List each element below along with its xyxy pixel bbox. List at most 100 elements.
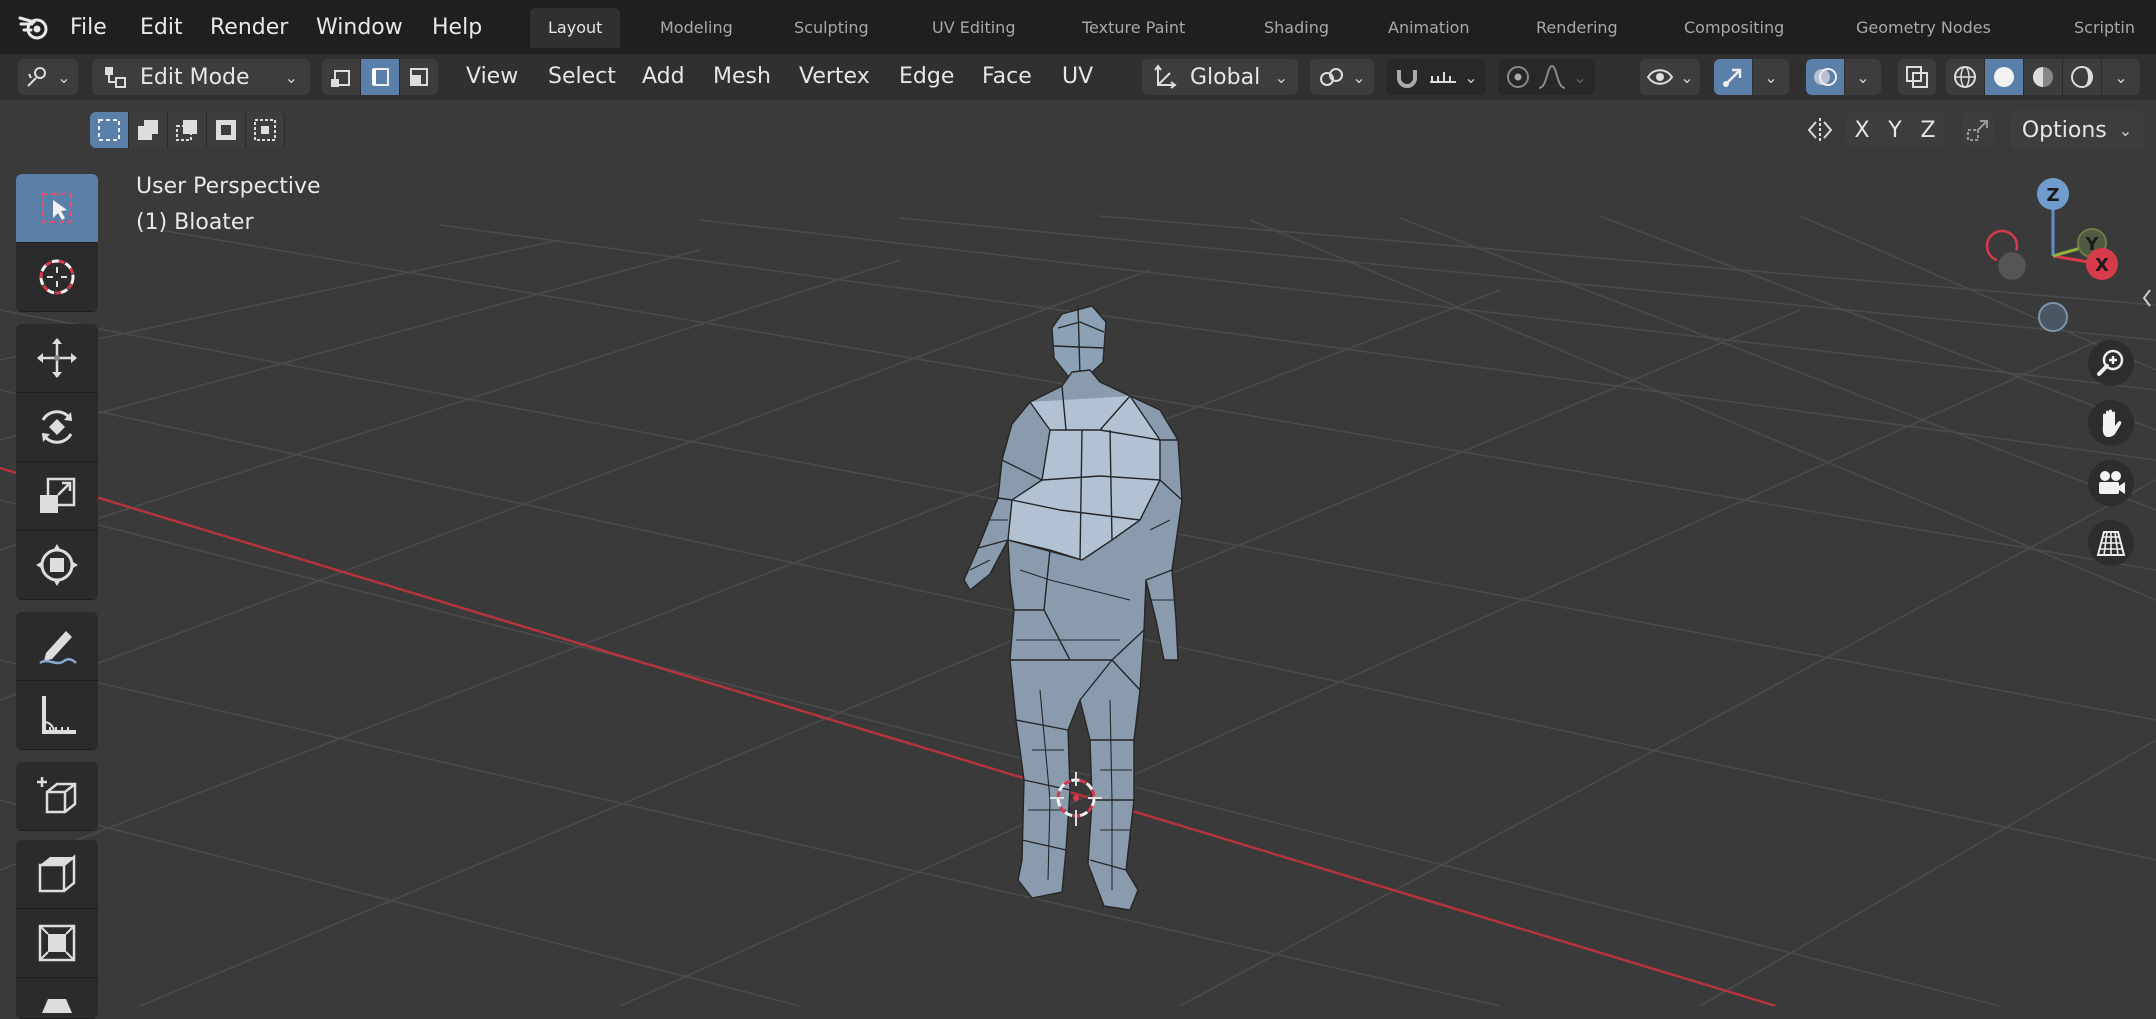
face-select-icon (410, 68, 428, 86)
tab-layout[interactable]: Layout (530, 8, 621, 48)
auto-merge-button[interactable] (1962, 112, 1994, 148)
select-mode-toggle (322, 59, 438, 95)
vertex-select-button[interactable] (322, 59, 361, 95)
active-object-label: (1) Bloater (136, 210, 254, 235)
snap-increment-icon[interactable] (1428, 64, 1458, 90)
select-invert-button[interactable] (207, 112, 246, 148)
tab-compositing[interactable]: Compositing (1684, 8, 1784, 48)
add-cube-tool[interactable] (16, 762, 98, 831)
view-name-label: User Perspective (136, 174, 321, 199)
extrude-icon (38, 854, 76, 893)
solid-shading-button[interactable] (1985, 59, 2024, 95)
orientation-axes-icon (1154, 64, 1177, 89)
tab-rendering[interactable]: Rendering (1536, 8, 1618, 48)
annotate-tool[interactable] (16, 612, 98, 681)
mirror-z-button[interactable]: Z (1912, 112, 1944, 148)
mirror-x-button[interactable]: X (1846, 112, 1878, 148)
select-extend-button[interactable] (129, 112, 168, 148)
menu-vertex[interactable]: Vertex (799, 54, 870, 100)
menu-view[interactable]: View (466, 54, 518, 100)
tab-shading[interactable]: Shading (1264, 8, 1329, 48)
zoom-button[interactable] (2088, 340, 2134, 386)
move-tool[interactable] (16, 324, 98, 393)
menu-edge[interactable]: Edge (899, 54, 954, 100)
blender-logo-icon[interactable] (18, 10, 52, 44)
select-new-button[interactable] (90, 112, 129, 148)
add-cube-icon (37, 777, 77, 814)
tab-modeling[interactable]: Modeling (660, 8, 733, 48)
viewport-canvas[interactable]: Z Y X (0, 100, 2156, 1006)
xray-toggle-button[interactable] (1898, 59, 1936, 95)
transform-orientation-dropdown[interactable]: Global ⌄ (1142, 59, 1298, 95)
vertex-select-icon (331, 70, 350, 87)
menu-add[interactable]: Add (642, 54, 685, 100)
tab-texture-paint[interactable]: Texture Paint (1082, 8, 1185, 48)
chevron-down-icon: ⌄ (1856, 67, 1870, 87)
pivot-point-dropdown[interactable]: ⌄ (1310, 59, 1374, 95)
rendered-shading-button[interactable] (2063, 59, 2102, 95)
magnet-snap-icon[interactable] (1394, 64, 1420, 90)
rotate-tool[interactable] (16, 393, 98, 462)
wireframe-shading-button[interactable] (1946, 59, 1985, 95)
pan-button[interactable] (2088, 400, 2134, 446)
options-label: Options (2021, 117, 2107, 143)
mirror-icon (1807, 118, 1833, 142)
tab-animation[interactable]: Animation (1388, 8, 1470, 48)
shading-dropdown[interactable]: ⌄ (2102, 59, 2140, 95)
tab-uv-editing[interactable]: UV Editing (932, 8, 1015, 48)
negative-y-axis-handle (1995, 249, 2029, 283)
menu-select[interactable]: Select (548, 54, 616, 100)
menu-edit[interactable]: Edit (140, 15, 183, 40)
camera-view-button[interactable] (2088, 460, 2134, 506)
perspective-toggle-button[interactable] (2088, 520, 2134, 566)
visibility-dropdown[interactable]: ⌄ (1640, 59, 1700, 95)
gizmo-dropdown[interactable]: ⌄ (1753, 59, 1789, 95)
transform-tool[interactable] (16, 531, 98, 600)
scale-tool[interactable] (16, 462, 98, 531)
overlays-dropdown[interactable]: ⌄ (1845, 59, 1881, 95)
bevel-tool[interactable] (16, 978, 98, 1019)
menu-file[interactable]: File (70, 15, 107, 40)
move-arrows-icon (37, 338, 77, 378)
editor-type-button[interactable]: ⌄ (18, 59, 78, 95)
editor-type-icon (27, 67, 47, 87)
face-select-button[interactable] (400, 59, 438, 95)
eye-icon (1647, 69, 1674, 85)
mirror-y-button[interactable]: Y (1879, 112, 1911, 148)
tab-geometry-nodes[interactable]: Geometry Nodes (1856, 8, 1991, 48)
menu-mesh[interactable]: Mesh (713, 54, 771, 100)
toolbar-transform-group (16, 324, 98, 600)
select-subtract-button[interactable] (168, 112, 207, 148)
gizmo-toggle-button[interactable] (1714, 59, 1752, 95)
material-preview-button[interactable] (2024, 59, 2063, 95)
inset-faces-tool[interactable] (16, 909, 98, 978)
gizmo-arrow-icon (1723, 68, 1742, 87)
chevron-down-icon: ⌄ (1764, 67, 1778, 87)
chevron-down-icon: ⌄ (1680, 67, 1694, 87)
edge-select-button[interactable] (361, 59, 400, 95)
overlays-icon (1814, 68, 1837, 86)
measure-tool[interactable] (16, 681, 98, 750)
mode-dropdown[interactable]: Edit Mode ⌄ (92, 59, 310, 95)
select-intersect-button[interactable] (246, 112, 285, 148)
menu-help[interactable]: Help (432, 15, 482, 40)
toolbar-mesh-group (16, 840, 98, 1019)
menu-face[interactable]: Face (982, 54, 1032, 100)
extrude-region-tool[interactable] (16, 840, 98, 909)
menu-render[interactable]: Render (210, 15, 288, 40)
menu-uv[interactable]: UV (1062, 54, 1093, 100)
tab-scripting[interactable]: Scriptin (2074, 8, 2135, 48)
menu-window[interactable]: Window (316, 15, 403, 40)
options-dropdown[interactable]: Options ⌄ (2010, 110, 2144, 150)
falloff-curve-icon[interactable] (1537, 64, 1567, 90)
mirror-toggle[interactable] (1804, 112, 1836, 148)
proportional-edit-icon[interactable] (1505, 64, 1531, 90)
3d-viewport[interactable]: Z Y X User Perspective (1) Bloater (0, 100, 2156, 1006)
ruler-icon (42, 696, 76, 734)
cursor-tool[interactable] (16, 243, 98, 312)
navigation-gizmo[interactable]: Z Y X (1985, 178, 2118, 332)
tab-sculpting[interactable]: Sculpting (794, 8, 869, 48)
auto-merge-icon (1967, 120, 1988, 141)
overlays-toggle-button[interactable] (1806, 59, 1844, 95)
select-box-tool[interactable] (16, 174, 98, 243)
